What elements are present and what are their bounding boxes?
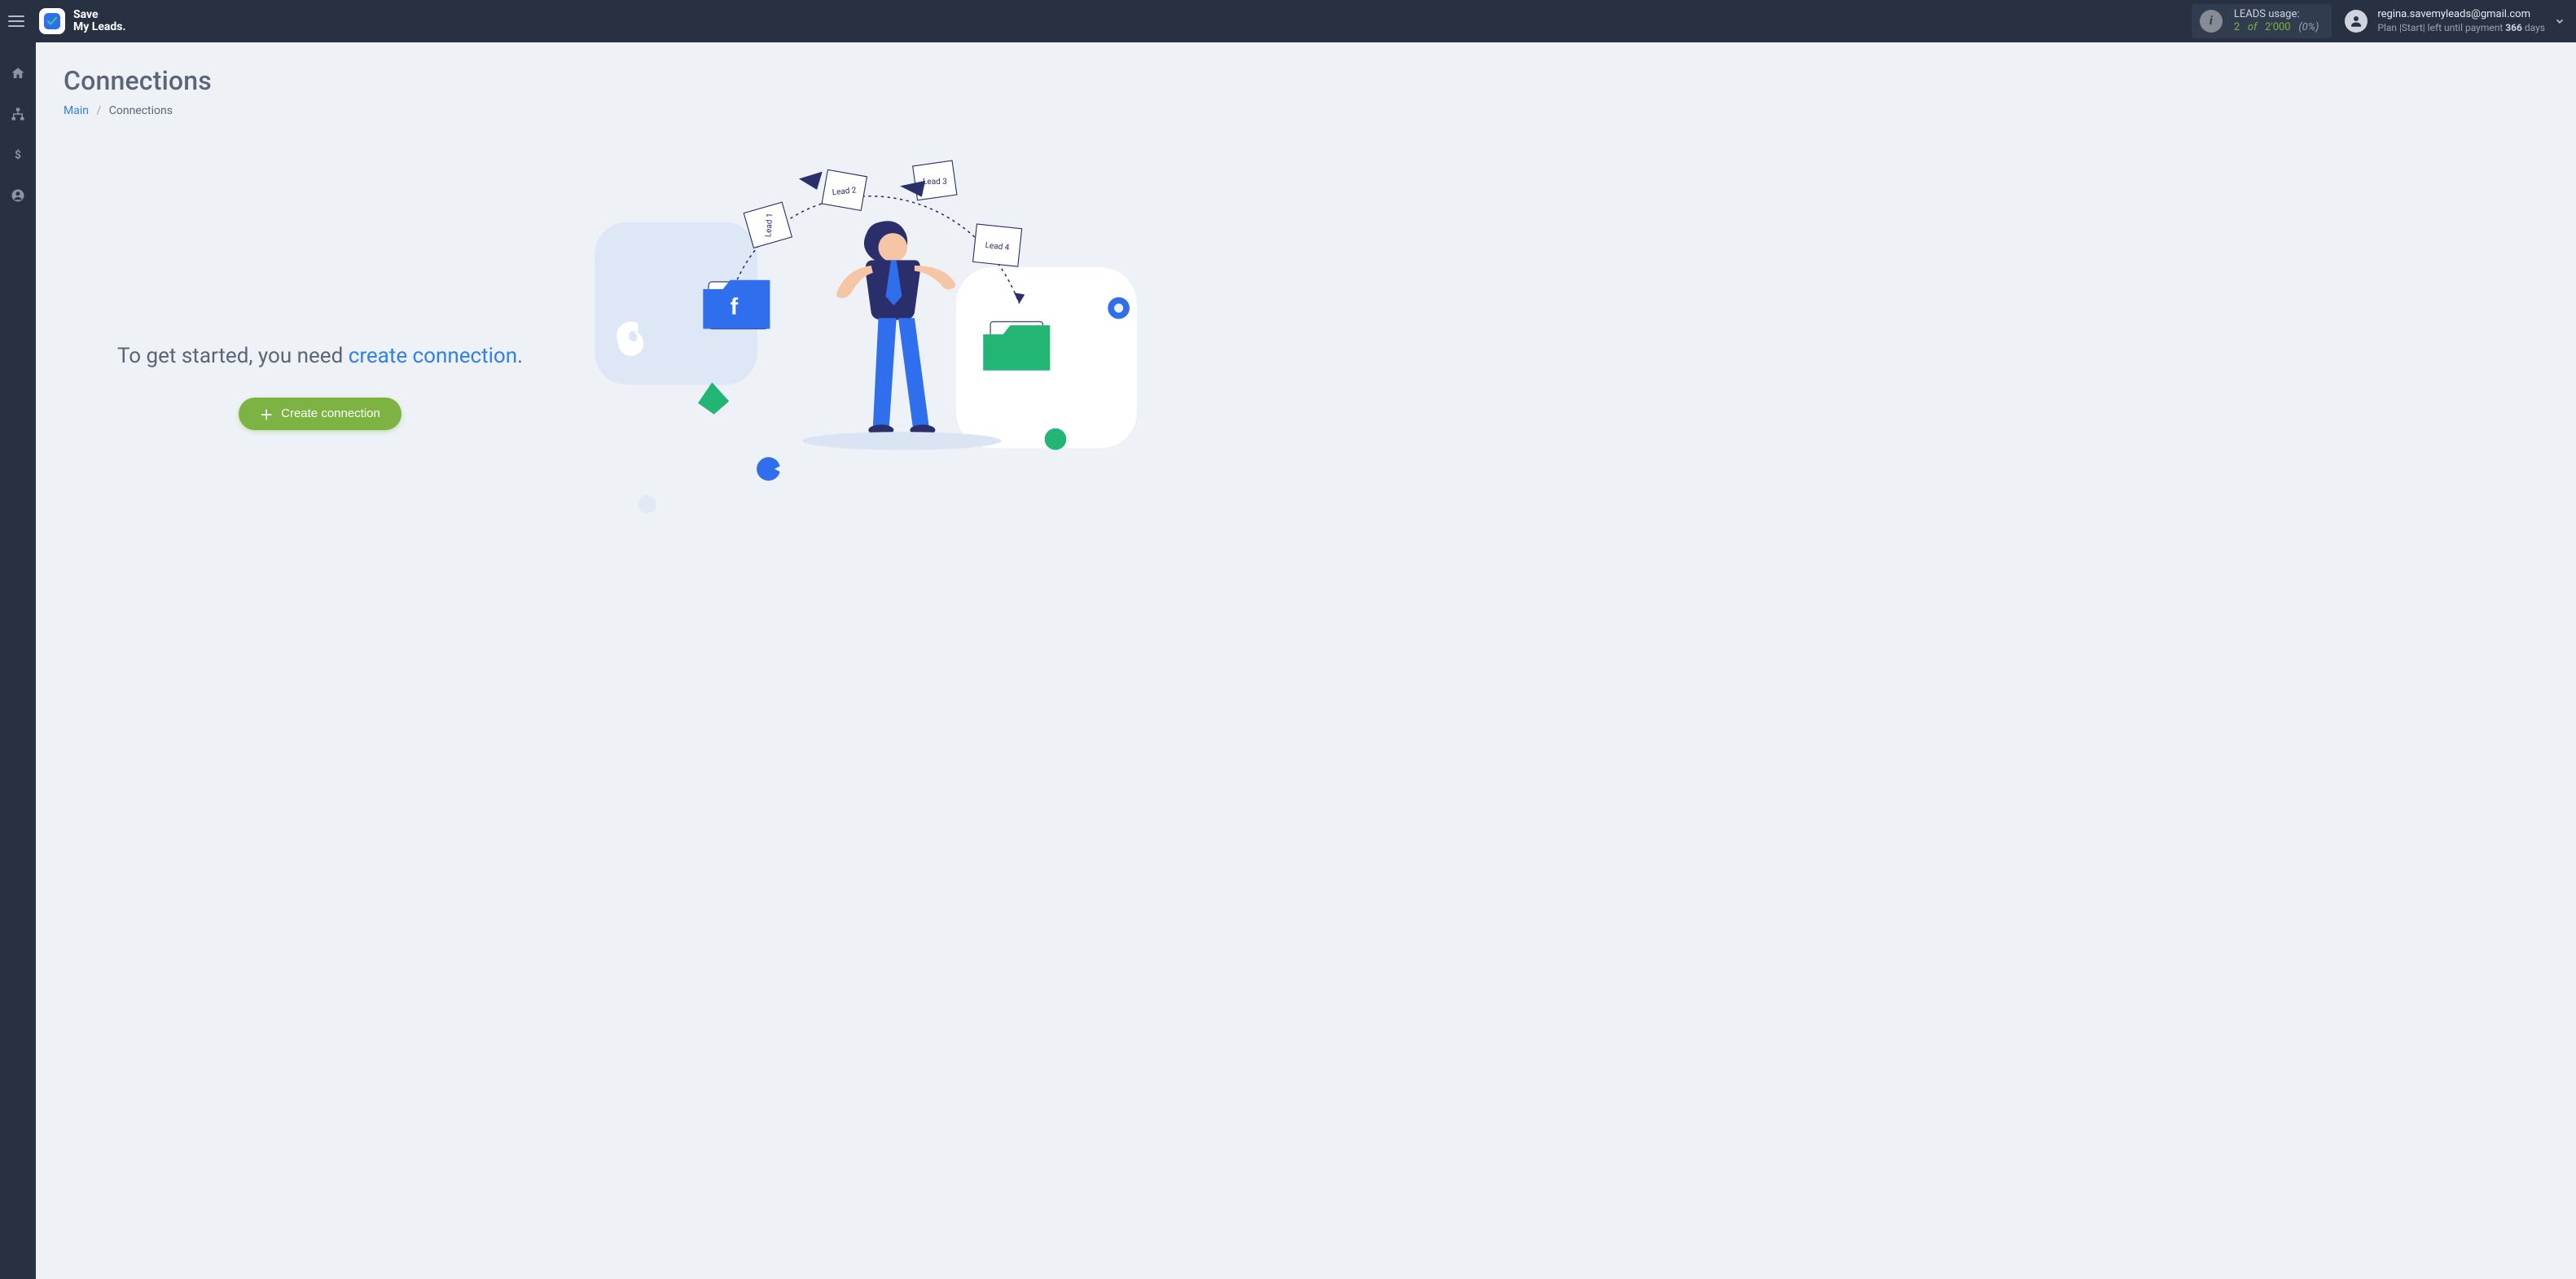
empty-state-illustration: Lead 1 Lead 2 Lead 3 Lead 4 bbox=[577, 150, 1155, 500]
svg-text:f: f bbox=[731, 294, 739, 320]
svg-text:$: $ bbox=[15, 149, 21, 162]
empty-state-text-area: To get started, you need create connecti… bbox=[64, 150, 577, 500]
page-content: Connections Main / Connections To get st… bbox=[36, 42, 2576, 1279]
sidebar: $ bbox=[0, 42, 36, 1279]
plan-days-number: 366 bbox=[2505, 22, 2522, 33]
header-right: i LEADS usage: 2 of 2'000 (0%) bbox=[2192, 0, 2576, 42]
leads-used: 2 bbox=[2234, 21, 2240, 33]
leads-total: 2'000 bbox=[2265, 21, 2291, 33]
app-header: Save My Leads. i LEADS usage: 2 of 2'000… bbox=[0, 0, 2576, 42]
empty-link-text: create connection bbox=[349, 344, 517, 368]
leads-of: of bbox=[2248, 21, 2258, 33]
brand-line1: Save bbox=[73, 9, 126, 21]
breadcrumb-main-link[interactable]: Main bbox=[64, 104, 89, 117]
sidebar-item-home[interactable] bbox=[0, 60, 36, 86]
sidebar-item-connections[interactable] bbox=[0, 101, 36, 127]
sidebar-item-billing[interactable]: $ bbox=[0, 142, 36, 168]
brand-line2: My Leads. bbox=[73, 21, 126, 33]
svg-text:Lead 3: Lead 3 bbox=[923, 178, 947, 187]
menu-toggle-icon[interactable] bbox=[8, 11, 28, 31]
brand-logo[interactable]: Save My Leads. bbox=[39, 8, 126, 34]
logo-badge-icon bbox=[39, 8, 65, 34]
breadcrumb-current: Connections bbox=[109, 104, 173, 117]
plan-days-word: days bbox=[2522, 22, 2545, 33]
info-icon: i bbox=[2200, 10, 2223, 33]
empty-state: To get started, you need create connecti… bbox=[64, 150, 1155, 500]
breadcrumb-separator: / bbox=[91, 104, 106, 117]
page-title: Connections bbox=[64, 65, 2548, 96]
user-menu[interactable]: regina.savemyleads@gmail.com Plan |Start… bbox=[2345, 8, 2552, 33]
create-connection-label: Create connection bbox=[281, 407, 380, 420]
user-info: regina.savemyleads@gmail.com Plan |Start… bbox=[2377, 8, 2545, 33]
leads-pct: (0%) bbox=[2298, 21, 2319, 33]
leads-usage-values: 2 of 2'000 (0%) bbox=[2234, 21, 2319, 34]
leads-usage-title: LEADS usage: bbox=[2234, 8, 2319, 21]
create-connection-button[interactable]: ＋ Create connection bbox=[239, 398, 402, 430]
avatar-icon bbox=[2345, 10, 2368, 33]
leads-usage-text: LEADS usage: 2 of 2'000 (0%) bbox=[2234, 8, 2319, 35]
header-left: Save My Leads. bbox=[0, 8, 126, 34]
svg-text:Lead 1: Lead 1 bbox=[764, 213, 775, 237]
illustration-svg: Lead 1 Lead 2 Lead 3 Lead 4 bbox=[577, 150, 1155, 538]
empty-state-message: To get started, you need create connecti… bbox=[117, 342, 523, 371]
plan-prefix: Plan |Start| left until payment bbox=[2377, 22, 2505, 33]
sidebar-item-account[interactable] bbox=[0, 182, 36, 209]
plus-icon: ＋ bbox=[260, 404, 273, 424]
user-email: regina.savemyleads@gmail.com bbox=[2377, 8, 2545, 21]
empty-period: . bbox=[517, 344, 523, 368]
empty-lead-in: To get started, you need bbox=[117, 344, 349, 368]
brand-text: Save My Leads. bbox=[73, 9, 126, 33]
user-plan-line: Plan |Start| left until payment 366 days bbox=[2377, 22, 2545, 34]
breadcrumb: Main / Connections bbox=[64, 104, 2548, 117]
chevron-down-icon[interactable] bbox=[2552, 15, 2576, 27]
leads-usage-box[interactable]: i LEADS usage: 2 of 2'000 (0%) bbox=[2192, 4, 2332, 38]
